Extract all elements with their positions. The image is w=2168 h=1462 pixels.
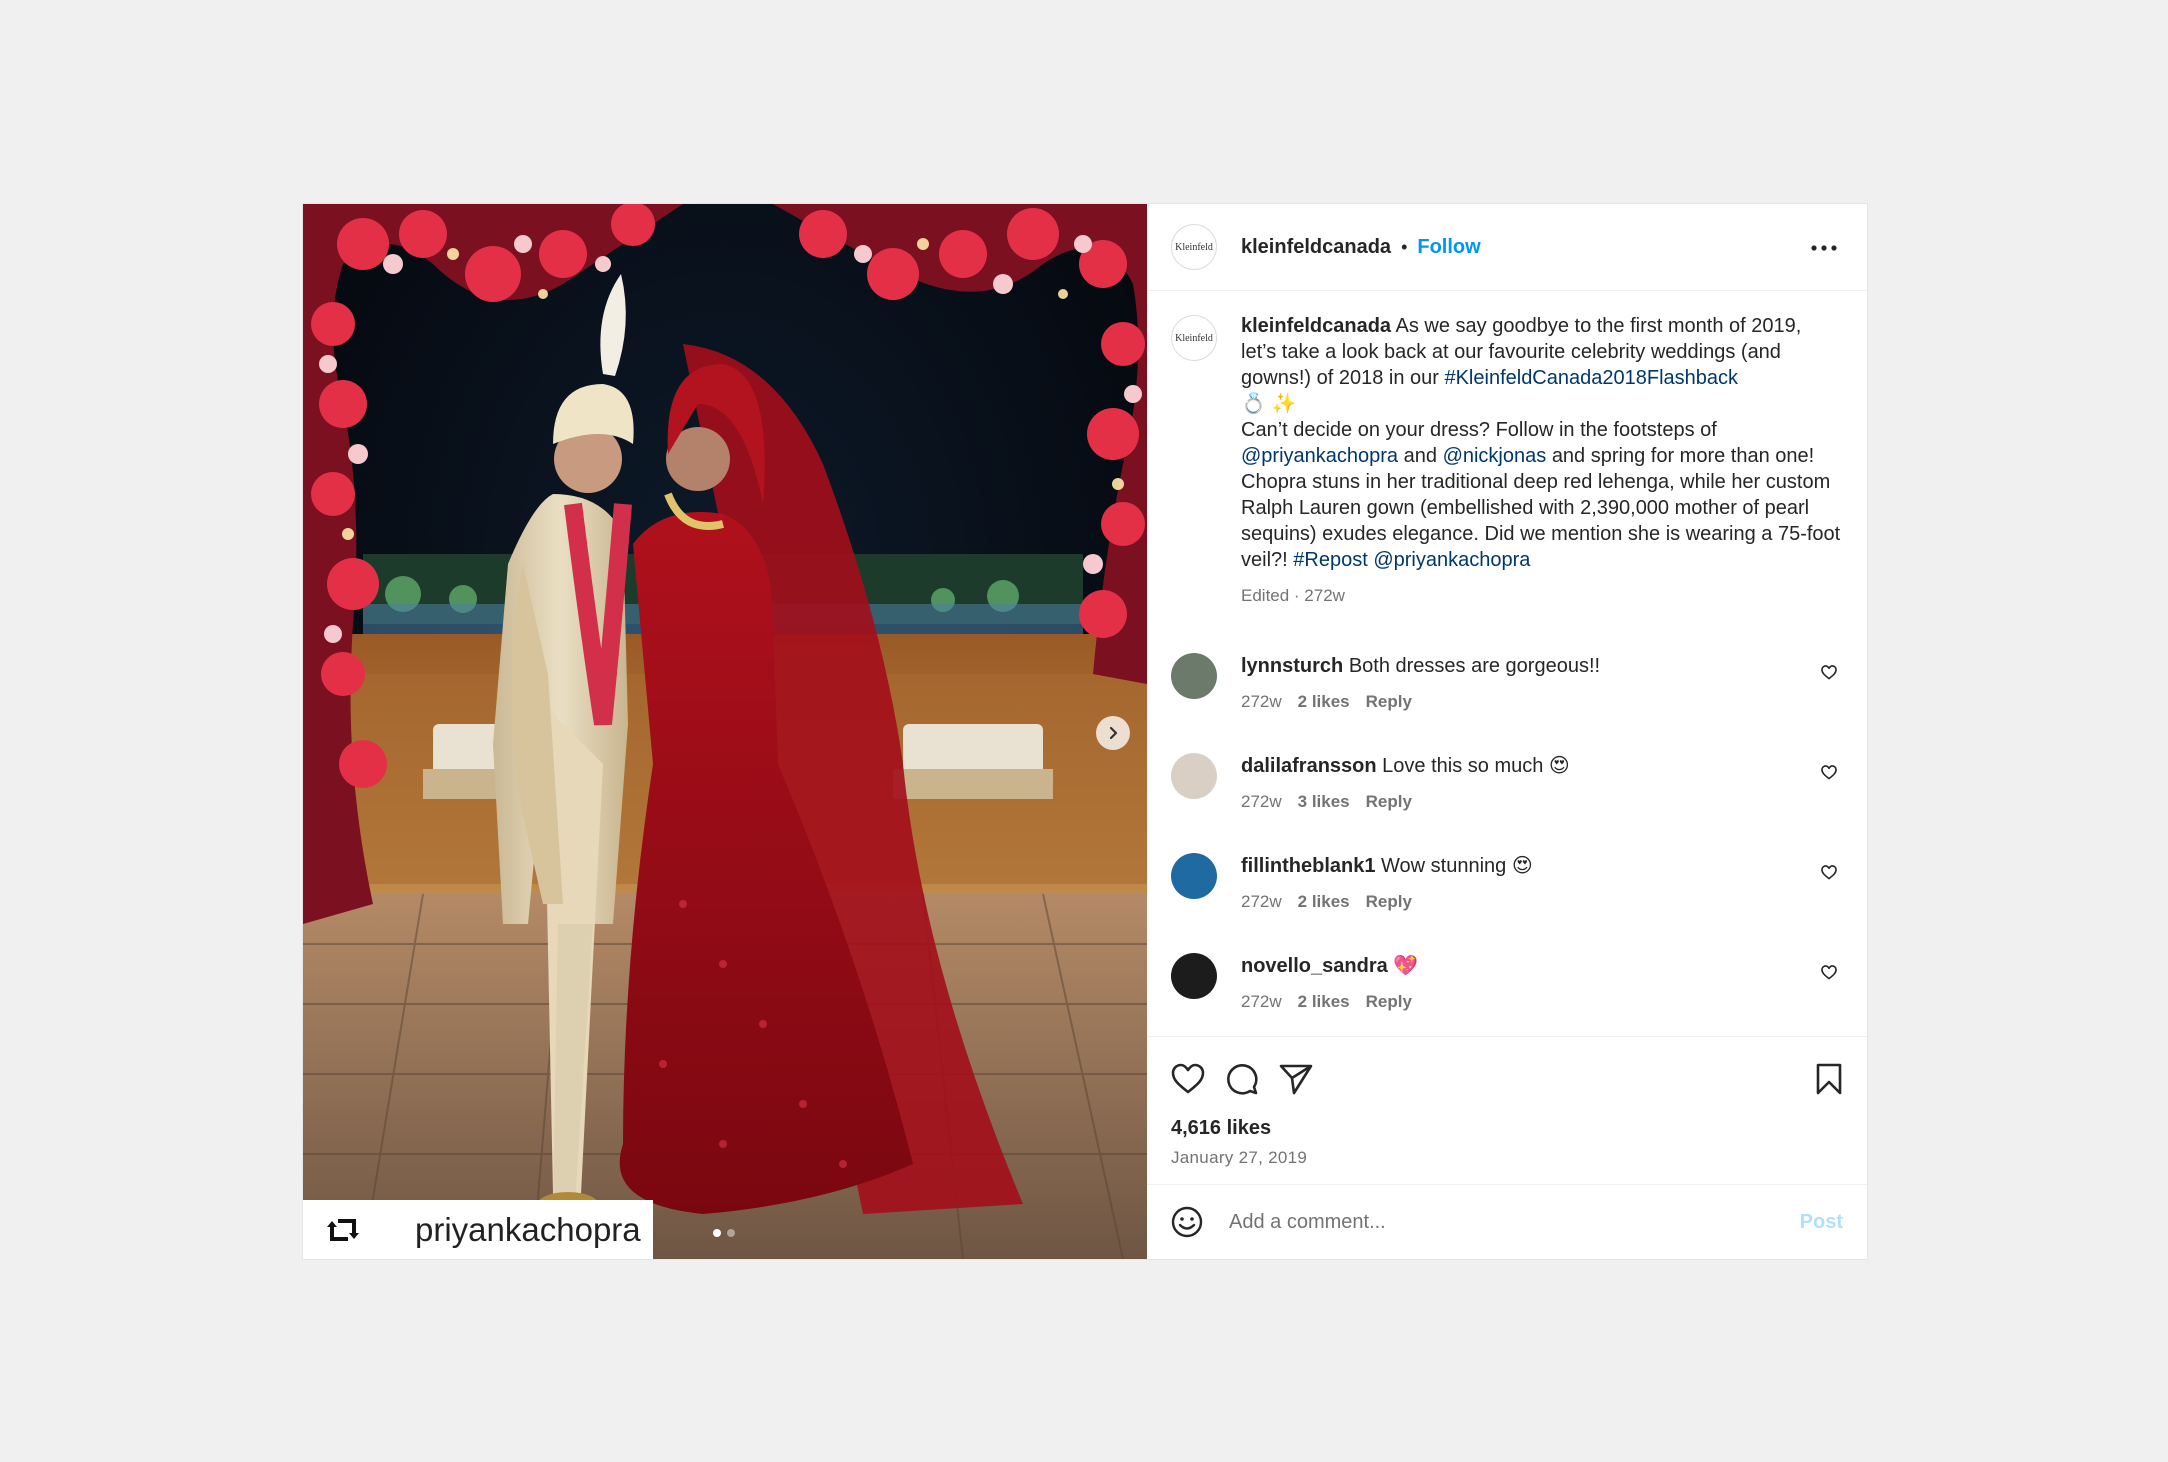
hashtag-link[interactable]: #KleinfeldCanada2018Flashback [1444,367,1738,389]
comment-text: Wow stunning 😍 [1381,855,1533,877]
post-comment-button[interactable]: Post [1800,1211,1843,1234]
heart-icon [1821,665,1837,680]
commenter-avatar[interactable] [1171,753,1217,799]
comment-meta: 272w 2 likes Reply [1241,689,1801,715]
comment-likes[interactable]: 2 likes [1298,992,1350,1011]
comment-item: lynnsturch Both dresses are gorgeous!! 27… [1171,653,1843,715]
commenter-avatar[interactable] [1171,853,1217,899]
comment-text: Love this so much 😍 [1382,755,1570,777]
bookmark-icon [1816,1063,1842,1095]
separator: • [1401,236,1408,257]
caption-username[interactable]: kleinfeldcanada [1241,315,1391,337]
repost-tag: priyankachopra [303,1200,653,1259]
comment-item: novello_sandra 💖 272w 2 likes Reply [1171,953,1843,1015]
instagram-post: priyankachopra Kleinfeld kleinfeldcanada… [302,203,1868,1260]
reply-button[interactable]: Reply [1366,992,1412,1011]
reply-button[interactable]: Reply [1366,892,1412,911]
heart-icon [1821,965,1837,980]
repost-icon [303,1215,383,1245]
comment-like-button[interactable] [1821,865,1837,885]
comment-text: Both dresses are gorgeous!! [1348,655,1601,677]
caption-edited: Edited · 272w [1241,586,1345,605]
comment-age: 272w [1241,892,1282,911]
more-options-button[interactable] [1805,232,1843,262]
comment-text: 💖 [1393,955,1419,977]
commenter-username[interactable]: fillintheblank1 [1241,855,1375,877]
author-avatar[interactable]: Kleinfeld [1171,224,1217,270]
commenter-username[interactable]: lynnsturch [1241,655,1343,677]
post-header: Kleinfeld kleinfeldcanada • Follow [1147,204,1867,291]
heart-icon [1821,865,1837,880]
carousel-indicator [713,1229,735,1237]
more-horizontal-icon [1811,245,1837,251]
post-caption: Kleinfeld kleinfeldcanada As we say good… [1171,313,1843,609]
comment-age: 272w [1241,692,1282,711]
comment-item: fillintheblank1 Wow stunning 😍 272w 2 like… [1171,853,1843,915]
reply-button[interactable]: Reply [1366,792,1412,811]
chevron-right-icon [1109,726,1118,740]
mention-link[interactable]: @nickjonas [1443,445,1547,467]
emoji-button[interactable] [1171,1206,1203,1238]
author-username[interactable]: kleinfeldcanada [1241,236,1391,259]
add-comment-bar: Post [1147,1184,1867,1259]
comment-likes[interactable]: 2 likes [1298,892,1350,911]
repost-username: priyankachopra [415,1210,641,1248]
comment-like-button[interactable] [1821,665,1837,685]
heart-icon [1821,765,1837,780]
comment-meta: 272w 2 likes Reply [1241,889,1801,915]
follow-button[interactable]: Follow [1417,236,1480,259]
mention-link[interactable]: @priyankachopra [1241,445,1398,467]
comment-meta: 272w 3 likes Reply [1241,789,1801,815]
comment-item: dalilafransson Love this so much 😍 272w 3 … [1171,753,1843,815]
comment-button[interactable] [1225,1062,1259,1096]
post-date: January 27, 2019 [1171,1148,1308,1167]
commenter-avatar[interactable] [1171,653,1217,699]
comment-age: 272w [1241,992,1282,1011]
hashtag-link[interactable]: #Repost [1293,549,1368,571]
comments-section[interactable]: Kleinfeld kleinfeldcanada As we say good… [1147,291,1867,1036]
carousel-dot-active [713,1229,721,1237]
comment-meta: 272w 2 likes Reply [1241,989,1801,1015]
heart-icon [1171,1063,1205,1094]
share-icon [1279,1064,1313,1095]
caption-text: Can’t decide on your dress? Follow in th… [1241,419,1717,441]
likes-count[interactable]: 4,616 likes [1171,1117,1843,1140]
commenter-avatar[interactable] [1171,953,1217,999]
post-actions: 4,616 likes January 27, 2019 [1147,1036,1867,1184]
caption-text: and [1403,445,1437,467]
post-media[interactable]: priyankachopra [303,204,1147,1259]
next-slide-button[interactable] [1096,716,1130,750]
emoji-icon [1171,1206,1203,1238]
commenter-username[interactable]: dalilafransson [1241,755,1377,777]
reply-button[interactable]: Reply [1366,692,1412,711]
commenter-username[interactable]: novello_sandra [1241,955,1388,977]
comment-like-button[interactable] [1821,765,1837,785]
carousel-dot [727,1229,735,1237]
caption-emoji: 💍 ✨ [1241,393,1297,415]
share-button[interactable] [1279,1063,1313,1095]
post-side-panel: Kleinfeld kleinfeldcanada • Follow Klein… [1147,204,1867,1259]
like-button[interactable] [1171,1063,1205,1095]
comment-icon [1227,1064,1258,1095]
mention-link[interactable]: @priyankachopra [1373,549,1530,571]
caption-avatar[interactable]: Kleinfeld [1171,315,1217,361]
save-button[interactable] [1815,1062,1843,1096]
wedding-photo [303,204,1147,1259]
comment-likes[interactable]: 2 likes [1298,692,1350,711]
comment-likes[interactable]: 3 likes [1298,792,1350,811]
comment-age: 272w [1241,792,1282,811]
comment-like-button[interactable] [1821,965,1837,985]
comment-list: lynnsturch Both dresses are gorgeous!! 27… [1171,653,1843,1036]
comment-input[interactable] [1227,1209,1800,1235]
